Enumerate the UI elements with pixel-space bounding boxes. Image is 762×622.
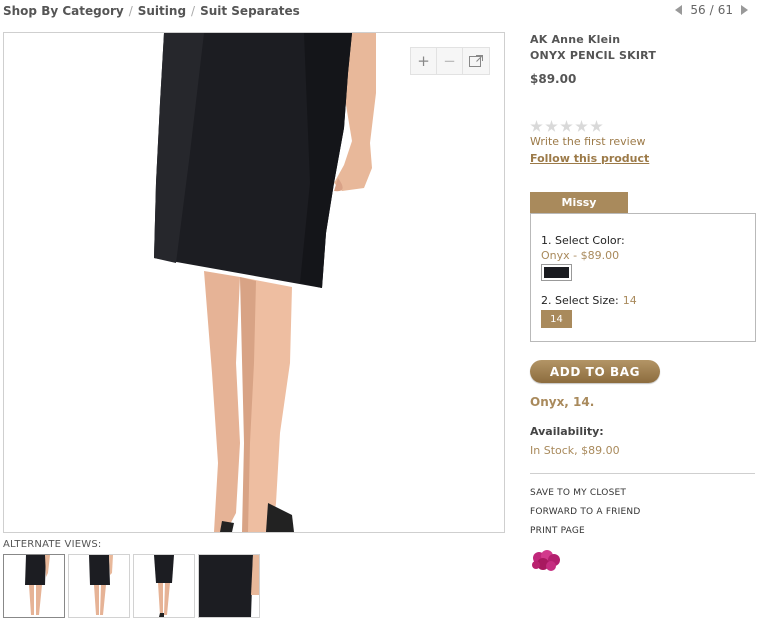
- follow-product-link[interactable]: Follow this product: [530, 152, 649, 165]
- alternate-views-label: ALTERNATE VIEWS:: [3, 539, 102, 550]
- star-icon: [530, 120, 543, 132]
- flower-icon[interactable]: [530, 549, 562, 573]
- rating-stars: [530, 120, 603, 133]
- availability-label: Availability:: [530, 425, 604, 438]
- breadcrumb-separator: /: [128, 4, 133, 18]
- select-size-row: 2. Select Size: 14: [541, 294, 637, 307]
- add-to-bag-button[interactable]: ADD TO BAG: [530, 360, 660, 383]
- star-icon: [575, 120, 588, 132]
- main-product-image[interactable]: + −: [3, 32, 505, 533]
- skirt-photo: [154, 33, 376, 532]
- product-details: AK Anne Klein ONYX PENCIL SKIRT $89.00 W…: [530, 32, 756, 571]
- size-category-tab[interactable]: Missy: [530, 192, 628, 213]
- breadcrumb: Shop By Category / Suiting / Suit Separa…: [3, 4, 300, 18]
- color-swatch-onyx[interactable]: [541, 264, 572, 281]
- thumbnail-side[interactable]: [68, 554, 130, 618]
- breadcrumb-suit-separates[interactable]: Suit Separates: [200, 4, 300, 18]
- thumbnail-back[interactable]: [133, 554, 195, 618]
- pager-separator: /: [709, 3, 714, 17]
- zoom-out-button[interactable]: −: [437, 48, 463, 74]
- product-price: $89.00: [530, 72, 577, 86]
- alternate-views-thumbnails: [3, 554, 260, 618]
- zoom-in-button[interactable]: +: [411, 48, 437, 74]
- print-page-link[interactable]: PRINT PAGE: [530, 522, 640, 541]
- previous-arrow-icon[interactable]: [675, 5, 683, 15]
- selected-color-value: Onyx - $89.00: [541, 249, 620, 262]
- expand-icon: [469, 55, 483, 67]
- zoom-toolbar: + −: [410, 47, 490, 75]
- star-icon: [545, 120, 558, 132]
- swatch-fill: [544, 267, 569, 278]
- thumbnail-detail[interactable]: [198, 554, 260, 618]
- options-box: 1. Select Color: Onyx - $89.00 2. Select…: [530, 213, 756, 342]
- breadcrumb-shop-by-category[interactable]: Shop By Category: [3, 4, 124, 18]
- fullscreen-button[interactable]: [463, 48, 489, 74]
- pager-current: 56: [690, 3, 706, 17]
- write-review-link[interactable]: Write the first review: [530, 135, 645, 148]
- star-icon: [590, 120, 603, 132]
- size-option-14[interactable]: 14: [541, 310, 572, 328]
- product-brand: AK Anne Klein: [530, 33, 621, 46]
- next-arrow-icon[interactable]: [741, 5, 748, 15]
- breadcrumb-suiting[interactable]: Suiting: [138, 4, 186, 18]
- save-to-closet-link[interactable]: SAVE TO MY CLOSET: [530, 484, 640, 503]
- select-size-label: 2. Select Size:: [541, 294, 619, 307]
- action-links: SAVE TO MY CLOSET FORWARD TO A FRIEND PR…: [530, 484, 640, 541]
- thumbnail-front[interactable]: [3, 554, 65, 618]
- divider: [530, 473, 755, 474]
- selected-size-value: 14: [622, 294, 637, 307]
- availability-value: In Stock, $89.00: [530, 444, 620, 457]
- breadcrumb-separator: /: [191, 4, 196, 18]
- pager-total: 61: [717, 3, 733, 17]
- product-name: ONYX PENCIL SKIRT: [530, 49, 657, 62]
- product-pager: 56 / 61: [667, 3, 756, 17]
- selection-summary: Onyx, 14.: [530, 395, 595, 409]
- select-color-label: 1. Select Color:: [541, 234, 625, 247]
- forward-to-friend-link[interactable]: FORWARD TO A FRIEND: [530, 503, 640, 522]
- star-icon: [560, 120, 573, 132]
